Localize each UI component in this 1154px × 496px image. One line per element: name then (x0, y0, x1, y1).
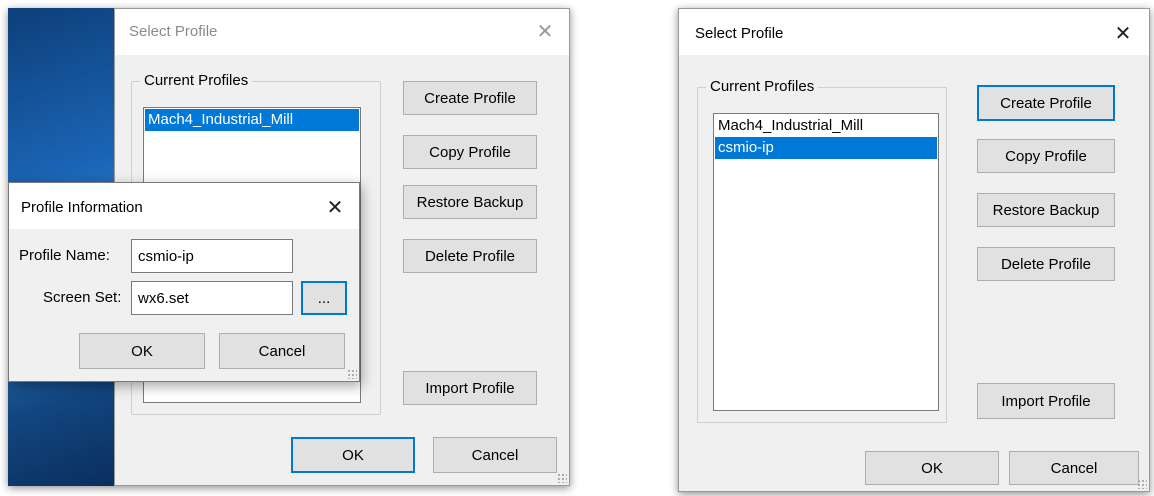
close-icon[interactable]: ✕ (1109, 21, 1137, 47)
cancel-button[interactable]: Cancel (433, 437, 557, 473)
current-profiles-label: Current Profiles (706, 78, 819, 95)
profile-information-dialog: Profile Information ✕ Profile Name: csmi… (8, 182, 360, 382)
ok-button[interactable]: OK (79, 333, 205, 369)
select-profile-titlebar: Select Profile ✕ (115, 9, 569, 55)
resize-grip-icon[interactable] (347, 369, 357, 379)
select-profile-dialog: Select Profile ✕ Current Profiles Mach4_… (678, 8, 1150, 492)
dialog-title: Profile Information (21, 199, 143, 216)
list-item[interactable]: csmio-ip (715, 137, 937, 159)
profile-name-label: Profile Name: (19, 247, 110, 264)
profile-information-titlebar: Profile Information ✕ (9, 183, 359, 229)
screen-set-field[interactable]: wx6.set (131, 281, 293, 315)
restore-backup-button[interactable]: Restore Backup (403, 185, 537, 219)
import-profile-button[interactable]: Import Profile (977, 383, 1115, 419)
list-item[interactable]: Mach4_Industrial_Mill (145, 109, 359, 131)
delete-profile-button[interactable]: Delete Profile (977, 247, 1115, 281)
current-profiles-label: Current Profiles (140, 72, 253, 89)
profile-name-field[interactable]: csmio-ip (131, 239, 293, 273)
delete-profile-button[interactable]: Delete Profile (403, 239, 537, 273)
right-screenshot: Select Profile ✕ Current Profiles Mach4_… (678, 8, 1150, 492)
cancel-button[interactable]: Cancel (219, 333, 345, 369)
create-profile-button[interactable]: Create Profile (403, 81, 537, 115)
left-screenshot: Select Profile ✕ Current Profiles Mach4_… (8, 8, 570, 486)
copy-profile-button[interactable]: Copy Profile (403, 135, 537, 169)
resize-grip-icon[interactable] (1137, 479, 1147, 489)
browse-button[interactable]: ... (301, 281, 347, 315)
dialog-title: Select Profile (129, 23, 218, 40)
resize-grip-icon[interactable] (557, 473, 567, 483)
cancel-button[interactable]: Cancel (1009, 451, 1139, 485)
dialog-title: Select Profile (695, 25, 784, 42)
import-profile-button[interactable]: Import Profile (403, 371, 537, 405)
close-icon[interactable]: ✕ (321, 195, 349, 221)
ok-button[interactable]: OK (291, 437, 415, 473)
restore-backup-button[interactable]: Restore Backup (977, 193, 1115, 227)
copy-profile-button[interactable]: Copy Profile (977, 139, 1115, 173)
ok-button[interactable]: OK (865, 451, 999, 485)
screen-set-label: Screen Set: (43, 289, 122, 306)
close-icon[interactable]: ✕ (531, 19, 559, 45)
profiles-listbox[interactable]: Mach4_Industrial_Mill csmio-ip (713, 113, 939, 411)
create-profile-button[interactable]: Create Profile (977, 85, 1115, 121)
list-item[interactable]: Mach4_Industrial_Mill (715, 115, 937, 137)
select-profile-titlebar: Select Profile ✕ (679, 9, 1149, 55)
